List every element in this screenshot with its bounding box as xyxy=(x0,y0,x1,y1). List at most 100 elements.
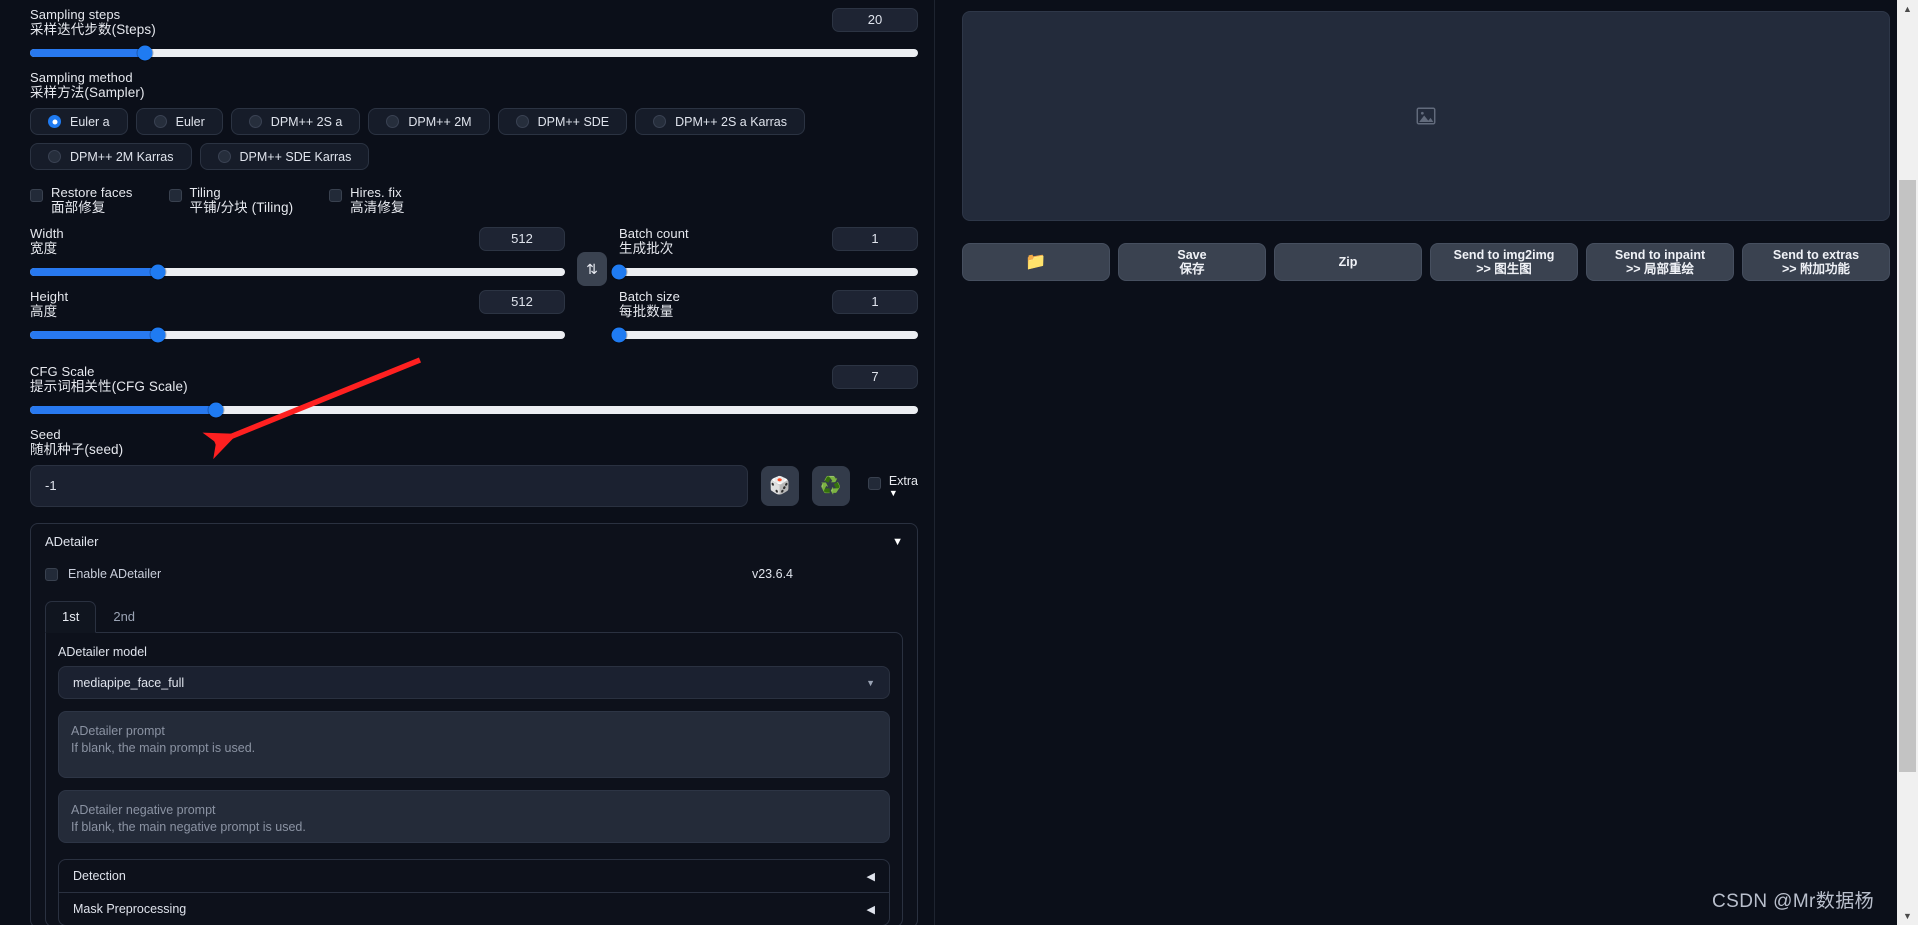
open-folder-button[interactable]: 📁 xyxy=(962,243,1110,281)
save-button[interactable]: Save 保存 xyxy=(1118,243,1266,281)
toggle-tiling[interactable]: Tiling 平铺/分块 (Tiling) xyxy=(168,186,294,216)
seed-input[interactable]: -1 xyxy=(30,465,748,507)
chevron-down-icon: ▼ xyxy=(888,488,898,498)
toggle-label: Tiling 平铺/分块 (Tiling) xyxy=(190,186,294,216)
save-label-cn: 保存 xyxy=(1179,262,1205,276)
sampling-steps-label-en: Sampling steps xyxy=(30,7,121,22)
toggle-restore-faces[interactable]: Restore faces 面部修复 xyxy=(30,186,133,215)
batch-size-slider[interactable] xyxy=(611,327,918,343)
height-slider[interactable] xyxy=(30,327,565,343)
sampling-steps-slider-fill xyxy=(30,49,146,57)
cfg-scale-slider-fill xyxy=(30,406,217,414)
chevron-left-icon[interactable]: ◀ xyxy=(867,903,875,916)
image-output-area[interactable] xyxy=(962,11,1890,221)
reuse-seed-recycle-icon[interactable]: ♻️ xyxy=(811,466,850,506)
height-slider-knob[interactable] xyxy=(150,327,166,343)
sampler-option-dpm-2s-a-karras[interactable]: DPM++ 2S a Karras xyxy=(635,108,806,135)
sampler-option-dpm-2m[interactable]: DPM++ 2M xyxy=(368,108,490,135)
random-seed-dice-icon[interactable]: 🎲 xyxy=(760,466,799,506)
sampler-option-dpm-2s-a[interactable]: DPM++ 2S a xyxy=(230,108,361,135)
toggle-hires-fix[interactable]: Hires. fix 高清修复 xyxy=(329,186,404,215)
batch-count-value[interactable]: 1 xyxy=(832,227,918,251)
cfg-scale-slider[interactable] xyxy=(30,402,918,418)
toggle-label: Hires. fix 高清修复 xyxy=(350,186,404,216)
sampler-option-label: DPM++ SDE Karras xyxy=(239,149,352,164)
send-to-extras-button[interactable]: Send to extras >> 附加功能 xyxy=(1742,243,1890,281)
sampler-option-euler-a[interactable]: Euler a xyxy=(30,108,128,135)
adetailer-accordion: ADetailer ▼ Enable ADetailer v23.6.4 1st… xyxy=(30,523,918,925)
panel-divider xyxy=(935,0,957,925)
sampler-option-euler[interactable]: Euler xyxy=(135,108,223,135)
scroll-up-icon[interactable]: ▲ xyxy=(1897,0,1918,18)
batch-size-slider-knob[interactable] xyxy=(611,327,627,343)
checkbox[interactable] xyxy=(30,189,43,202)
adetailer-tab-1st[interactable]: 1st xyxy=(45,601,97,633)
batch-count-slider[interactable] xyxy=(611,264,918,280)
seed-label: Seed 随机种子(seed) xyxy=(30,427,124,458)
sampler-option-dpm-sde-karras[interactable]: DPM++ SDE Karras xyxy=(199,143,370,170)
enable-adetailer-label: Enable ADetailer xyxy=(68,567,162,581)
height-value[interactable]: 512 xyxy=(479,290,565,314)
toggle-label-en: Restore faces xyxy=(51,185,133,200)
width-slider[interactable] xyxy=(30,264,565,280)
send-to-inpaint-button[interactable]: Send to inpaint >> 局部重绘 xyxy=(1586,243,1734,281)
page-scrollbar[interactable]: ▲ ▼ xyxy=(1897,0,1918,925)
adetailer-subsections: Detection ◀ Mask Preprocessing ◀ xyxy=(58,859,890,925)
adetailer-section-mask-preprocessing[interactable]: Mask Preprocessing ◀ xyxy=(59,892,889,925)
batch-count-control: Batch count 生成批次 1 xyxy=(611,226,918,280)
sampler-option-label: DPM++ 2S a Karras xyxy=(675,114,788,129)
height-slider-fill xyxy=(30,331,159,339)
zip-label-en: Zip xyxy=(1338,255,1358,269)
batch-count-label: Batch count 生成批次 xyxy=(619,226,689,257)
send-to-extras-label-en: Send to extras xyxy=(1772,248,1860,262)
batch-size-control: Batch size 每批数量 1 xyxy=(611,290,918,343)
swap-dimensions-button[interactable]: ⇅ xyxy=(577,252,607,286)
enable-adetailer-checkbox[interactable] xyxy=(45,567,58,581)
adetailer-header[interactable]: ADetailer ▼ xyxy=(45,534,903,549)
sampling-steps-label-cn: 采样迭代步数(Steps) xyxy=(30,22,156,37)
cfg-scale-value[interactable]: 7 xyxy=(832,365,918,389)
enable-adetailer-row[interactable]: Enable ADetailer xyxy=(45,567,161,581)
sampling-steps-slider[interactable] xyxy=(30,45,918,61)
section-label: Mask Preprocessing xyxy=(73,902,187,916)
sampler-option-label: Euler a xyxy=(70,114,110,129)
width-slider-knob[interactable] xyxy=(150,264,166,280)
adetailer-prompt-textarea[interactable]: ADetailer prompt If blank, the main prom… xyxy=(58,711,890,778)
scroll-down-icon[interactable]: ▼ xyxy=(1897,907,1918,925)
adetailer-model-select[interactable]: mediapipe_face_full ▼ xyxy=(58,666,890,699)
send-to-img2img-label-cn: >> 图生图 xyxy=(1476,262,1532,276)
folder-icon: 📁 xyxy=(1025,252,1047,271)
sampler-option-label: DPM++ 2M Karras xyxy=(70,149,174,164)
send-to-img2img-button[interactable]: Send to img2img >> 图生图 xyxy=(1430,243,1578,281)
send-to-extras-label-cn: >> 附加功能 xyxy=(1781,262,1851,276)
sampling-steps-value[interactable]: 20 xyxy=(832,8,918,32)
scrollbar-thumb[interactable] xyxy=(1899,180,1916,772)
toggle-label-cn: 面部修复 xyxy=(51,200,106,215)
radio-icon xyxy=(653,115,667,128)
sampling-steps-slider-knob[interactable] xyxy=(137,45,153,61)
checkbox[interactable] xyxy=(329,189,343,202)
checkbox[interactable] xyxy=(168,189,182,202)
chevron-down-icon[interactable]: ▼ xyxy=(892,536,903,548)
width-value[interactable]: 512 xyxy=(479,227,565,251)
sampler-option-dpm-sde[interactable]: DPM++ SDE xyxy=(497,108,628,135)
adetailer-section-detection[interactable]: Detection ◀ xyxy=(59,860,889,892)
adetailer-model-label: ADetailer model xyxy=(58,645,147,659)
radio-icon xyxy=(515,115,529,128)
adetailer-negative-prompt-textarea[interactable]: ADetailer negative prompt If blank, the … xyxy=(58,790,890,843)
send-to-img2img-label-en: Send to img2img xyxy=(1453,248,1555,262)
extra-seed-toggle[interactable]: Extra ▼ xyxy=(867,474,918,498)
chevron-left-icon[interactable]: ◀ xyxy=(867,870,875,883)
cfg-scale-slider-knob[interactable] xyxy=(208,402,224,418)
sampling-method-label-cn: 采样方法(Sampler) xyxy=(30,85,145,100)
extra-checkbox[interactable] xyxy=(867,477,881,490)
zip-button[interactable]: Zip xyxy=(1274,243,1422,281)
batch-count-slider-knob[interactable] xyxy=(611,264,627,280)
batch-size-value[interactable]: 1 xyxy=(832,290,918,314)
adetailer-tab-2nd[interactable]: 2nd xyxy=(96,601,152,633)
chevron-down-icon: ▼ xyxy=(866,677,875,688)
adetailer-tab-panel: ADetailer model mediapipe_face_full ▼ AD… xyxy=(45,632,903,925)
sampler-option-dpm-2m-karras[interactable]: DPM++ 2M Karras xyxy=(30,143,192,170)
adetailer-model-value: mediapipe_face_full xyxy=(73,675,185,690)
width-slider-fill xyxy=(30,268,159,276)
